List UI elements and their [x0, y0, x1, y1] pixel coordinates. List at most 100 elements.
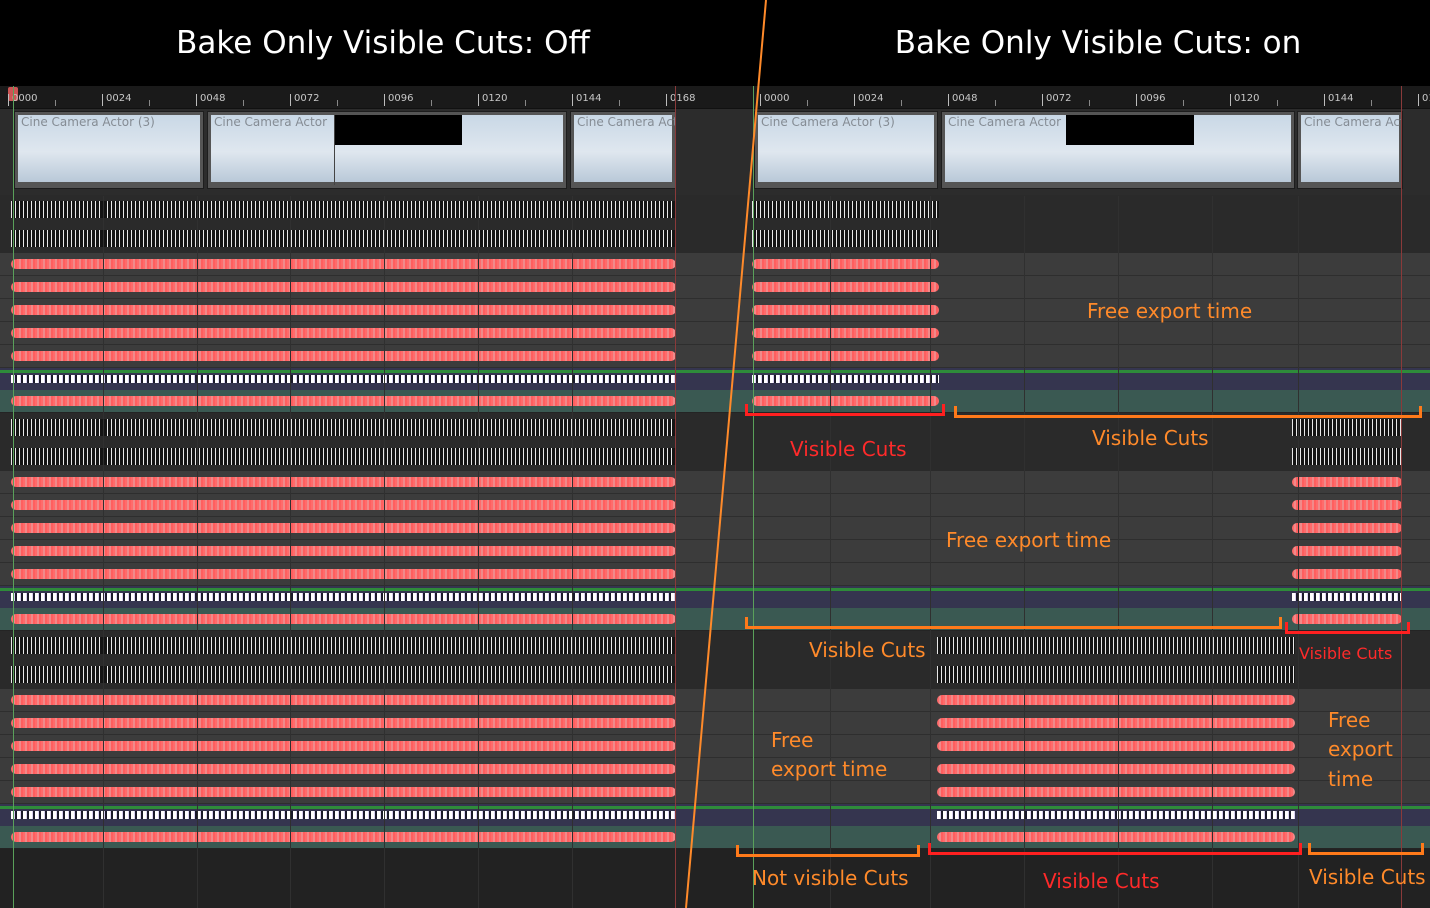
- keyframe-track[interactable]: [752, 282, 939, 292]
- keyframe-track[interactable]: [11, 832, 676, 842]
- keyframe-track[interactable]: [937, 695, 1295, 705]
- track-row[interactable]: [0, 631, 710, 660]
- track-row[interactable]: [0, 276, 710, 299]
- keyframe-track[interactable]: [937, 637, 1295, 654]
- camera-cut-2[interactable]: Cine Camera Actor: [207, 111, 567, 189]
- keyframe-track[interactable]: [11, 477, 676, 487]
- track-row[interactable]: [0, 224, 710, 253]
- keyframe-track[interactable]: [752, 375, 939, 383]
- keyframe-track[interactable]: [752, 305, 939, 315]
- track-row[interactable]: [710, 689, 1430, 712]
- track-row[interactable]: [710, 299, 1430, 322]
- keyframe-track[interactable]: [1292, 523, 1402, 533]
- track-row[interactable]: [0, 804, 710, 826]
- playhead-line[interactable]: [13, 86, 14, 908]
- track-row[interactable]: [0, 781, 710, 804]
- keyframe-track[interactable]: [752, 230, 939, 247]
- keyframe-track[interactable]: [11, 328, 676, 338]
- keyframe-track[interactable]: [937, 666, 1295, 683]
- keyframe-track[interactable]: [11, 523, 676, 533]
- track-row[interactable]: [710, 471, 1430, 494]
- track-row[interactable]: [710, 253, 1430, 276]
- keyframe-track[interactable]: [11, 351, 676, 361]
- timeline-ruler[interactable]: 0000 0024 0048 0072 0096 0120 0144 0168: [0, 86, 710, 109]
- track-row[interactable]: [710, 712, 1430, 735]
- track-row[interactable]: [0, 826, 710, 848]
- keyframe-track[interactable]: [937, 718, 1295, 728]
- track-row[interactable]: [0, 322, 710, 345]
- track-row[interactable]: [0, 413, 710, 442]
- keyframe-track[interactable]: [11, 305, 676, 315]
- keyframe-track[interactable]: [937, 764, 1295, 774]
- keyframe-track[interactable]: [11, 666, 676, 683]
- track-row[interactable]: [0, 299, 710, 322]
- keyframe-track[interactable]: [11, 593, 676, 601]
- keyframe-track[interactable]: [937, 741, 1295, 751]
- keyframe-track[interactable]: [11, 282, 676, 292]
- keyframe-track[interactable]: [937, 811, 1295, 819]
- track-row[interactable]: [0, 442, 710, 471]
- track-row[interactable]: [0, 471, 710, 494]
- keyframe-track[interactable]: [11, 230, 676, 247]
- timeline-ruler[interactable]: 0000 0024 0048 0072 0096 0120 0144 0168: [710, 86, 1430, 109]
- track-row[interactable]: [0, 586, 710, 608]
- keyframe-track[interactable]: [752, 259, 939, 269]
- camera-cut-1[interactable]: Cine Camera Actor (3): [14, 111, 204, 189]
- keyframe-track[interactable]: [11, 448, 676, 465]
- keyframe-track[interactable]: [937, 832, 1295, 842]
- track-row[interactable]: [0, 494, 710, 517]
- keyframe-track[interactable]: [1292, 593, 1402, 601]
- track-row[interactable]: [710, 781, 1430, 804]
- playhead-line[interactable]: [753, 86, 754, 908]
- track-row[interactable]: [0, 660, 710, 689]
- track-row[interactable]: [710, 494, 1430, 517]
- track-row[interactable]: [710, 224, 1430, 253]
- track-row[interactable]: [710, 368, 1430, 390]
- keyframe-track[interactable]: [11, 259, 676, 269]
- track-row[interactable]: [0, 735, 710, 758]
- track-row[interactable]: [710, 322, 1430, 345]
- track-row[interactable]: [710, 586, 1430, 608]
- keyframe-track[interactable]: [11, 764, 676, 774]
- camera-cut-2[interactable]: Cine Camera Actor: [941, 111, 1295, 189]
- camera-cut-3[interactable]: Cine Camera Act: [570, 111, 676, 189]
- keyframe-track[interactable]: [1292, 448, 1402, 465]
- track-row[interactable]: [710, 276, 1430, 299]
- track-row[interactable]: [0, 517, 710, 540]
- keyframe-track[interactable]: [11, 787, 676, 797]
- track-row[interactable]: [0, 608, 710, 630]
- keyframe-track[interactable]: [937, 787, 1295, 797]
- keyframe-track[interactable]: [1292, 419, 1402, 436]
- keyframe-track[interactable]: [11, 637, 676, 654]
- track-row[interactable]: [0, 540, 710, 563]
- track-row[interactable]: [0, 368, 710, 390]
- keyframe-track[interactable]: [11, 375, 676, 383]
- keyframe-track[interactable]: [1292, 569, 1402, 579]
- track-row[interactable]: [0, 390, 710, 412]
- keyframe-track[interactable]: [11, 201, 676, 218]
- track-row[interactable]: [0, 689, 710, 712]
- keyframe-track[interactable]: [11, 695, 676, 705]
- keyframe-track[interactable]: [1292, 477, 1402, 487]
- track-row[interactable]: [0, 253, 710, 276]
- track-row[interactable]: [710, 804, 1430, 826]
- keyframe-track[interactable]: [1292, 500, 1402, 510]
- track-row[interactable]: [0, 712, 710, 735]
- keyframe-track[interactable]: [11, 419, 676, 436]
- track-row[interactable]: [710, 195, 1430, 224]
- keyframe-track[interactable]: [752, 328, 939, 338]
- track-row[interactable]: [710, 345, 1430, 368]
- keyframe-track[interactable]: [1292, 546, 1402, 556]
- keyframe-track[interactable]: [11, 718, 676, 728]
- keyframe-track[interactable]: [11, 546, 676, 556]
- track-row[interactable]: [0, 758, 710, 781]
- keyframe-track[interactable]: [11, 811, 676, 819]
- keyframe-track[interactable]: [11, 569, 676, 579]
- keyframe-track[interactable]: [752, 201, 939, 218]
- keyframe-track[interactable]: [11, 741, 676, 751]
- keyframe-track[interactable]: [752, 351, 939, 361]
- camera-cut-1[interactable]: Cine Camera Actor (3): [754, 111, 938, 189]
- track-row[interactable]: [710, 563, 1430, 586]
- track-row[interactable]: [0, 345, 710, 368]
- keyframe-track[interactable]: [11, 500, 676, 510]
